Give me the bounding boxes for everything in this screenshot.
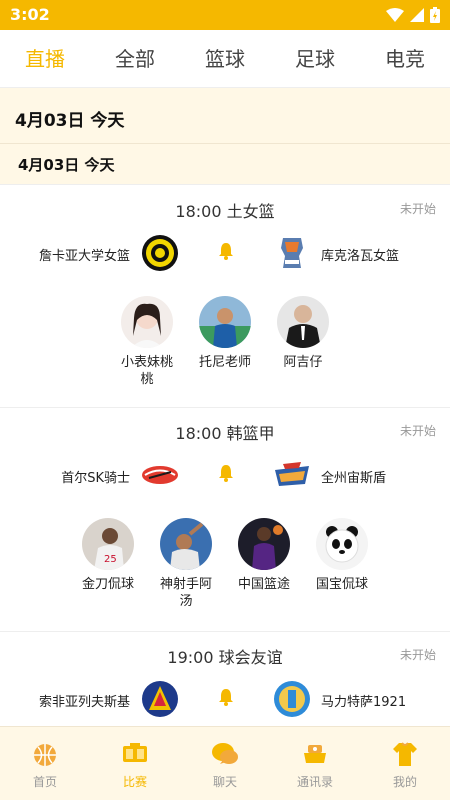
date-header: 4月03日 今天 bbox=[15, 111, 125, 131]
anchor-item[interactable]: 阿吉仔 bbox=[275, 296, 331, 388]
anchor-name: 小表妹桃桃 bbox=[120, 355, 173, 387]
tab-basketball[interactable]: 篮球 bbox=[180, 30, 270, 87]
home-team-logo bbox=[142, 235, 178, 271]
anchor-avatar bbox=[277, 296, 329, 348]
nav-chat[interactable]: 聊天 bbox=[180, 727, 270, 800]
away-team-name: 马力特萨1921 bbox=[321, 695, 407, 710]
match-time-league: 18:00 土女篮 bbox=[175, 202, 275, 221]
status-bar: 3:02 bbox=[0, 0, 450, 30]
away-team-logo bbox=[274, 681, 310, 717]
anchor-name: 国宝侃球 bbox=[315, 577, 368, 592]
contacts-icon bbox=[304, 745, 326, 763]
match-time-league: 18:00 韩篮甲 bbox=[175, 424, 275, 443]
date-banner: 4月03日 今天 4月03日 今天 bbox=[0, 88, 450, 185]
anchor-item[interactable]: 神射手阿汤 bbox=[158, 518, 214, 610]
nav-home[interactable]: 首页 bbox=[0, 727, 90, 800]
away-team-name: 库克洛瓦女篮 bbox=[321, 249, 400, 264]
chat-bubble-icon bbox=[212, 743, 238, 764]
match-card[interactable]: 18:00 韩篮甲 未开始 首尔SK骑士 全州宙斯盾 25 金刀侃球 神射手阿汤… bbox=[0, 408, 450, 632]
nav-label: 通讯录 bbox=[296, 775, 333, 789]
anchor-avatar bbox=[316, 518, 368, 570]
anchor-avatar: 25 bbox=[82, 518, 134, 570]
tab-live[interactable]: 直播 bbox=[0, 30, 90, 87]
anchor-name: 托尼老师 bbox=[198, 355, 251, 370]
status-icons bbox=[386, 7, 440, 23]
anchor-list: 25 金刀侃球 神射手阿汤 中国篮途 国宝侃球 bbox=[0, 518, 450, 610]
nav-label: 比赛 bbox=[122, 775, 147, 789]
scoreboard-icon bbox=[123, 743, 147, 762]
anchor-avatar bbox=[121, 296, 173, 348]
date-divider bbox=[0, 143, 450, 144]
match-card[interactable]: 19:00 球会友谊 未开始 索非亚列夫斯基 马力特萨1921 bbox=[0, 632, 450, 726]
anchor-item[interactable]: 中国篮途 bbox=[236, 518, 292, 610]
home-team-name: 詹卡亚大学女篮 bbox=[38, 249, 130, 264]
nav-profile[interactable]: 我的 bbox=[360, 727, 450, 800]
away-team-name: 全州宙斯盾 bbox=[321, 471, 387, 486]
anchor-avatar bbox=[160, 518, 212, 570]
jersey-icon bbox=[393, 742, 417, 766]
nav-label: 首页 bbox=[32, 775, 57, 789]
away-team-logo bbox=[281, 238, 303, 268]
anchor-avatar bbox=[238, 518, 290, 570]
date-subheader: 4月03日 今天 bbox=[18, 156, 115, 174]
anchor-name: 神射手阿汤 bbox=[159, 577, 212, 609]
anchor-avatar bbox=[199, 296, 251, 348]
home-team-name: 首尔SK骑士 bbox=[61, 471, 130, 486]
home-team-name: 索非亚列夫斯基 bbox=[38, 695, 130, 710]
anchor-name: 中国篮途 bbox=[237, 577, 290, 592]
home-team-logo bbox=[142, 466, 178, 484]
match-card[interactable]: 18:00 土女篮 未开始 詹卡亚大学女篮 库克洛瓦女篮 小表妹桃桃 托尼老师 … bbox=[0, 186, 450, 408]
signal-icon bbox=[410, 8, 424, 22]
category-tabs: 直播 全部 篮球 足球 电竞 bbox=[0, 30, 450, 88]
match-list: 18:00 土女篮 未开始 詹卡亚大学女篮 库克洛瓦女篮 小表妹桃桃 托尼老师 … bbox=[0, 186, 450, 726]
match-status: 未开始 bbox=[399, 424, 436, 438]
anchor-item[interactable]: 国宝侃球 bbox=[314, 518, 370, 610]
anchor-name: 金刀侃球 bbox=[81, 577, 134, 592]
anchor-item[interactable]: 25 金刀侃球 bbox=[80, 518, 136, 610]
battery-icon bbox=[430, 7, 440, 23]
match-time-league: 19:00 球会友谊 bbox=[167, 648, 283, 667]
anchor-item[interactable]: 托尼老师 bbox=[197, 296, 253, 388]
bell-icon[interactable] bbox=[216, 463, 236, 483]
tab-esports[interactable]: 电竞 bbox=[360, 30, 450, 87]
wifi-icon bbox=[386, 8, 404, 22]
anchor-name: 阿吉仔 bbox=[283, 355, 323, 370]
bottom-nav: 首页 比赛 聊天 通讯录 我的 bbox=[0, 726, 450, 800]
anchor-item[interactable]: 小表妹桃桃 bbox=[119, 296, 175, 388]
svg-text:25: 25 bbox=[104, 554, 117, 565]
status-time: 3:02 bbox=[10, 5, 50, 24]
match-status: 未开始 bbox=[399, 648, 436, 662]
match-status: 未开始 bbox=[399, 202, 436, 216]
nav-label: 我的 bbox=[392, 775, 417, 789]
nav-matches[interactable]: 比赛 bbox=[90, 727, 180, 800]
nav-label: 聊天 bbox=[212, 775, 237, 789]
tab-all[interactable]: 全部 bbox=[90, 30, 180, 87]
tab-football[interactable]: 足球 bbox=[270, 30, 360, 87]
away-team-logo bbox=[275, 462, 309, 486]
nav-contacts[interactable]: 通讯录 bbox=[270, 727, 360, 800]
home-basketball-icon bbox=[34, 744, 56, 766]
bell-icon[interactable] bbox=[216, 241, 236, 261]
anchor-list: 小表妹桃桃 托尼老师 阿吉仔 bbox=[0, 296, 450, 388]
home-team-logo bbox=[142, 681, 178, 717]
bell-icon[interactable] bbox=[216, 687, 236, 707]
